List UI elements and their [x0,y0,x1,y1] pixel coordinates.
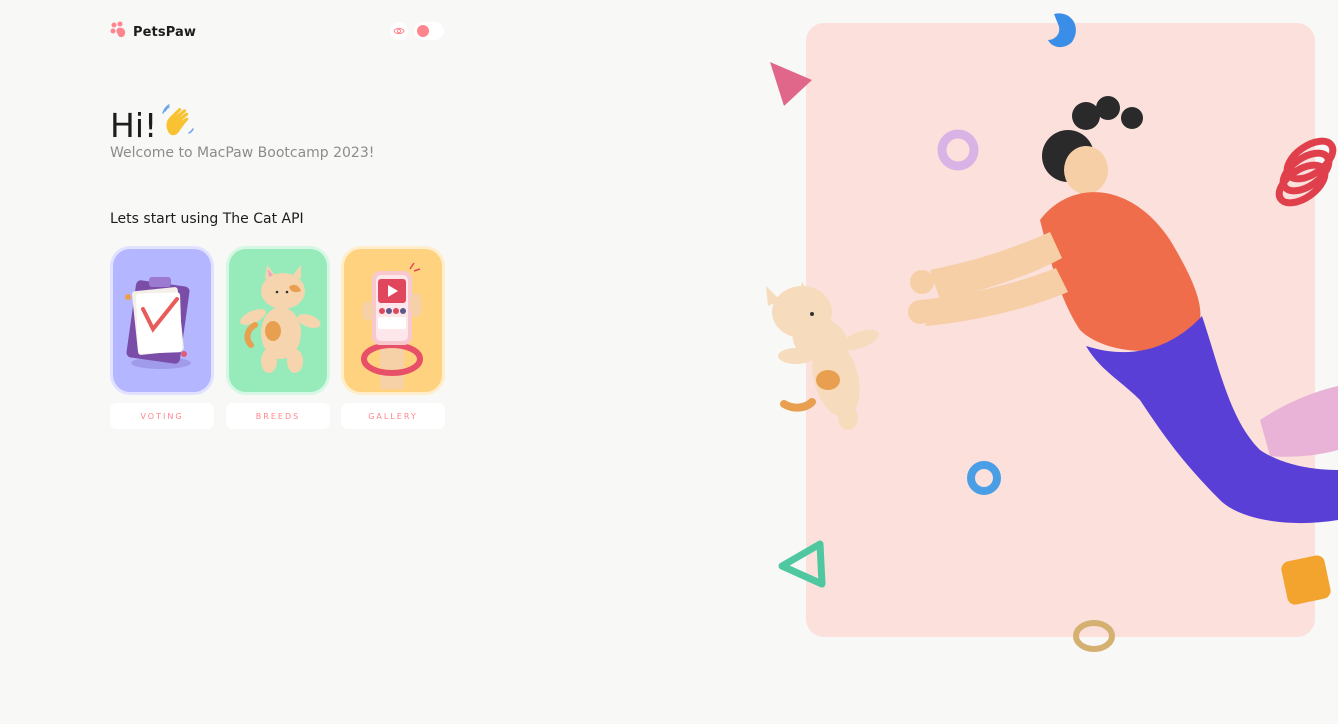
eye-icon[interactable] [390,22,408,40]
start-title: Lets start using The Cat API [110,211,304,227]
logo[interactable]: PetsPaw [110,21,196,43]
breeds-button-label: BREEDS [255,411,301,421]
cat-illustration [229,249,327,392]
paw-logo-icon [110,21,128,43]
clipboard-illustration [113,249,211,392]
gallery-button[interactable]: GALLERY [341,403,445,429]
theme-switch-knob [417,25,429,37]
voting-card[interactable] [110,246,214,395]
gallery-button-label: GALLERY [368,411,418,421]
breeds-card[interactable] [226,246,330,395]
waving-hand-icon [161,103,197,148]
logo-text: PetsPaw [133,24,196,40]
theme-switch[interactable] [414,22,444,40]
greeting-text: Hi! [110,105,158,145]
theme-toggle [390,22,444,40]
voting-button-label: VOTING [140,411,184,421]
greeting: Hi! [110,103,197,148]
gallery-card[interactable] [341,246,445,395]
welcome-subtitle: Welcome to MacPaw Bootcamp 2023! [110,145,375,161]
voting-button[interactable]: VOTING [110,403,214,429]
phone-gallery-illustration [344,249,442,392]
girl-and-cat-illustration [750,0,1338,724]
breeds-button[interactable]: BREEDS [226,403,330,429]
